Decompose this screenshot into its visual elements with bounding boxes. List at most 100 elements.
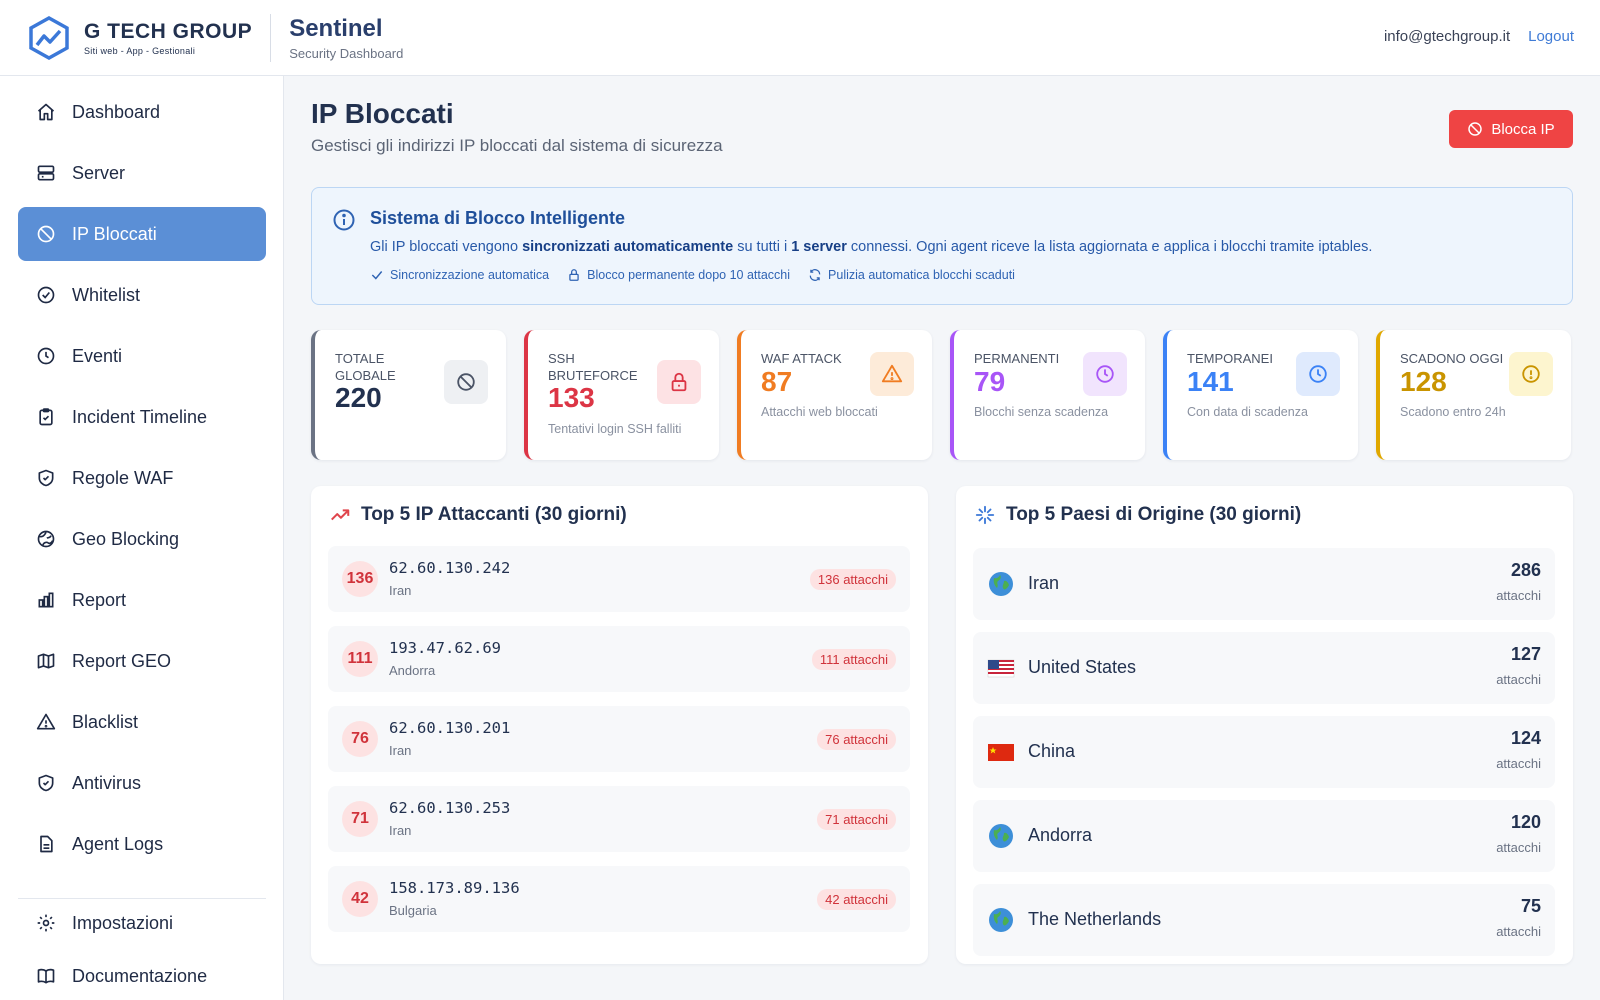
ip-address: 158.173.89.136: [389, 879, 520, 897]
stat-note: Scadono entro 24h: [1400, 405, 1506, 419]
stat-label: PERMANENTI: [974, 351, 1060, 366]
country-name: Iran: [1028, 573, 1060, 593]
ip-row[interactable]: 136 62.60.130.242 Iran 136 attacchi: [328, 546, 910, 612]
ip-country: Iran: [389, 583, 412, 598]
ip-rank-badge: 42: [342, 881, 378, 917]
sidebar-item-eventi[interactable]: Eventi: [18, 329, 266, 383]
stat-card-ssh[interactable]: SSH BRUTEFORCE 133 Tentativi login SSH f…: [524, 330, 719, 460]
stat-icon-box: [657, 360, 701, 404]
sidebar-item-antivirus[interactable]: Antivirus: [18, 756, 266, 810]
country-unit: attacchi: [1496, 588, 1541, 603]
logo-icon: [29, 15, 69, 60]
ip-address: 62.60.130.242: [389, 559, 511, 577]
ip-address: 193.47.62.69: [389, 639, 501, 657]
app-name: Sentinel: [289, 14, 383, 42]
country-row[interactable]: United States 127 attacchi: [973, 632, 1555, 704]
country-unit: attacchi: [1496, 672, 1541, 687]
sidebar-item-ip-bloccati[interactable]: IP Bloccati: [18, 207, 266, 261]
sidebar-item-regole-waf[interactable]: Regole WAF: [18, 451, 266, 505]
sidebar-item-agent-logs[interactable]: Agent Logs: [18, 817, 266, 871]
sidebar-item-server[interactable]: Server: [18, 146, 266, 200]
sidebar-item-incident-timeline[interactable]: Incident Timeline: [18, 390, 266, 444]
block-ip-button[interactable]: Blocca IP: [1449, 110, 1573, 148]
stat-icon-box: [1509, 352, 1553, 396]
ip-row[interactable]: 111 193.47.62.69 Andorra 111 attacchi: [328, 626, 910, 692]
stat-note: Blocchi senza scadenza: [974, 405, 1109, 419]
sidebar-item-geo-blocking[interactable]: Geo Blocking: [18, 512, 266, 566]
country-row[interactable]: The Netherlands 75 attacchi: [973, 884, 1555, 956]
clock-icon: [37, 347, 55, 365]
stat-label: WAF ATTACK: [761, 351, 842, 366]
ip-rank-badge: 71: [342, 801, 378, 837]
stat-card-waf[interactable]: WAF ATTACK 87 Attacchi web bloccati: [737, 330, 932, 460]
stat-note: Tentativi login SSH falliti: [548, 422, 682, 436]
ip-address: 62.60.130.253: [389, 799, 511, 817]
clock-icon: [1309, 365, 1327, 383]
country-name: The Netherlands: [1028, 909, 1162, 929]
attack-count-badge: 136 attacchi: [809, 569, 896, 590]
stat-icon-box: [444, 360, 488, 404]
brand-logo[interactable]: G TECH GROUP Siti web - App - Gestionali: [26, 0, 252, 75]
ip-row[interactable]: 76 62.60.130.201 Iran 76 attacchi: [328, 706, 910, 772]
ip-rank-badge: 111: [342, 641, 378, 677]
ip-row[interactable]: 42 158.173.89.136 Bulgaria 42 attacchi: [328, 866, 910, 932]
sidebar-item-label: Eventi: [72, 345, 123, 366]
country-row[interactable]: Andorra 120 attacchi: [973, 800, 1555, 872]
stat-card-temporanei[interactable]: TEMPORANEI 141 Con data di scadenza: [1163, 330, 1358, 460]
country-row[interactable]: Iran 286 attacchi: [973, 548, 1555, 620]
sidebar-item-label: Server: [72, 162, 126, 183]
top-header: G TECH GROUP Siti web - App - Gestionali…: [0, 0, 1600, 76]
page-title: IP Bloccati: [311, 98, 454, 129]
sidebar-item-documentazione[interactable]: Documentazione: [18, 949, 266, 1000]
sidebar-item-impostazioni[interactable]: Impostazioni: [18, 896, 266, 950]
stat-card-permanenti[interactable]: PERMANENTI 79 Blocchi senza scadenza: [950, 330, 1145, 460]
stat-value: 87: [761, 366, 793, 397]
clipboard-icon: [39, 408, 53, 426]
document-icon: [40, 835, 53, 853]
sidebar-item-label: Geo Blocking: [72, 528, 180, 549]
shield-check-icon: [38, 469, 54, 487]
country-name: China: [1028, 741, 1076, 761]
alert-circle-icon: [1522, 365, 1540, 383]
globe-icon: [37, 530, 55, 548]
country-row[interactable]: China 124 attacchi: [973, 716, 1555, 788]
stat-card-scadono-oggi[interactable]: SCADONO OGGI 128 Scadono entro 24h: [1376, 330, 1571, 460]
info-icon: [333, 209, 355, 231]
ip-row[interactable]: 71 62.60.130.253 Iran 71 attacchi: [328, 786, 910, 852]
ip-country: Iran: [389, 743, 412, 758]
attack-count-badge: 71 attacchi: [817, 809, 896, 830]
check-circle-icon: [37, 286, 55, 304]
country-count: 120: [1510, 812, 1541, 832]
sidebar-item-dashboard[interactable]: Dashboard: [18, 85, 266, 139]
country-count: 124: [1510, 728, 1541, 748]
country-count: 127: [1510, 644, 1541, 664]
stat-card-totale[interactable]: TOTALE GLOBALE 220: [311, 330, 506, 460]
sidebar-item-whitelist[interactable]: Whitelist: [18, 268, 266, 322]
user-email: info@gtechgroup.it: [1383, 28, 1511, 45]
warning-icon: [881, 364, 903, 383]
stat-label: SSH BRUTEFORCE: [548, 351, 638, 383]
cn-flag-icon: [988, 744, 1014, 761]
map-icon: [37, 653, 55, 669]
attack-count-badge: 111 attacchi: [811, 649, 896, 670]
country-count: 75: [1520, 896, 1541, 916]
sidebar-item-label: Report: [72, 589, 127, 610]
feature-item: Sincronizzazione automatica: [370, 268, 549, 282]
stat-note: Attacchi web bloccati: [761, 405, 878, 419]
sidebar-item-label: Report GEO: [72, 650, 172, 671]
company-name: G TECH GROUP: [84, 19, 253, 43]
info-text: Gli IP bloccati vengono sincronizzati au…: [370, 239, 1373, 255]
sidebar-item-report[interactable]: Report: [18, 573, 266, 627]
info-banner: Sistema di Blocco Intelligente Gli IP bl…: [311, 187, 1573, 305]
logout-link[interactable]: Logout: [1528, 28, 1574, 45]
stat-label: TOTALE GLOBALE: [335, 351, 396, 383]
sidebar-item-blacklist[interactable]: Blacklist: [18, 695, 266, 749]
warning-icon: [36, 713, 56, 730]
sidebar-item-report-geo[interactable]: Report GEO: [18, 634, 266, 688]
sparkle-icon: [975, 505, 995, 525]
panel-title: Top 5 IP Attaccanti (30 giorni): [361, 504, 627, 525]
stat-value: 79: [974, 366, 1006, 397]
globe-flag-icon: [989, 824, 1013, 848]
country-count: 286: [1510, 560, 1541, 580]
attack-count-badge: 42 attacchi: [817, 889, 896, 910]
